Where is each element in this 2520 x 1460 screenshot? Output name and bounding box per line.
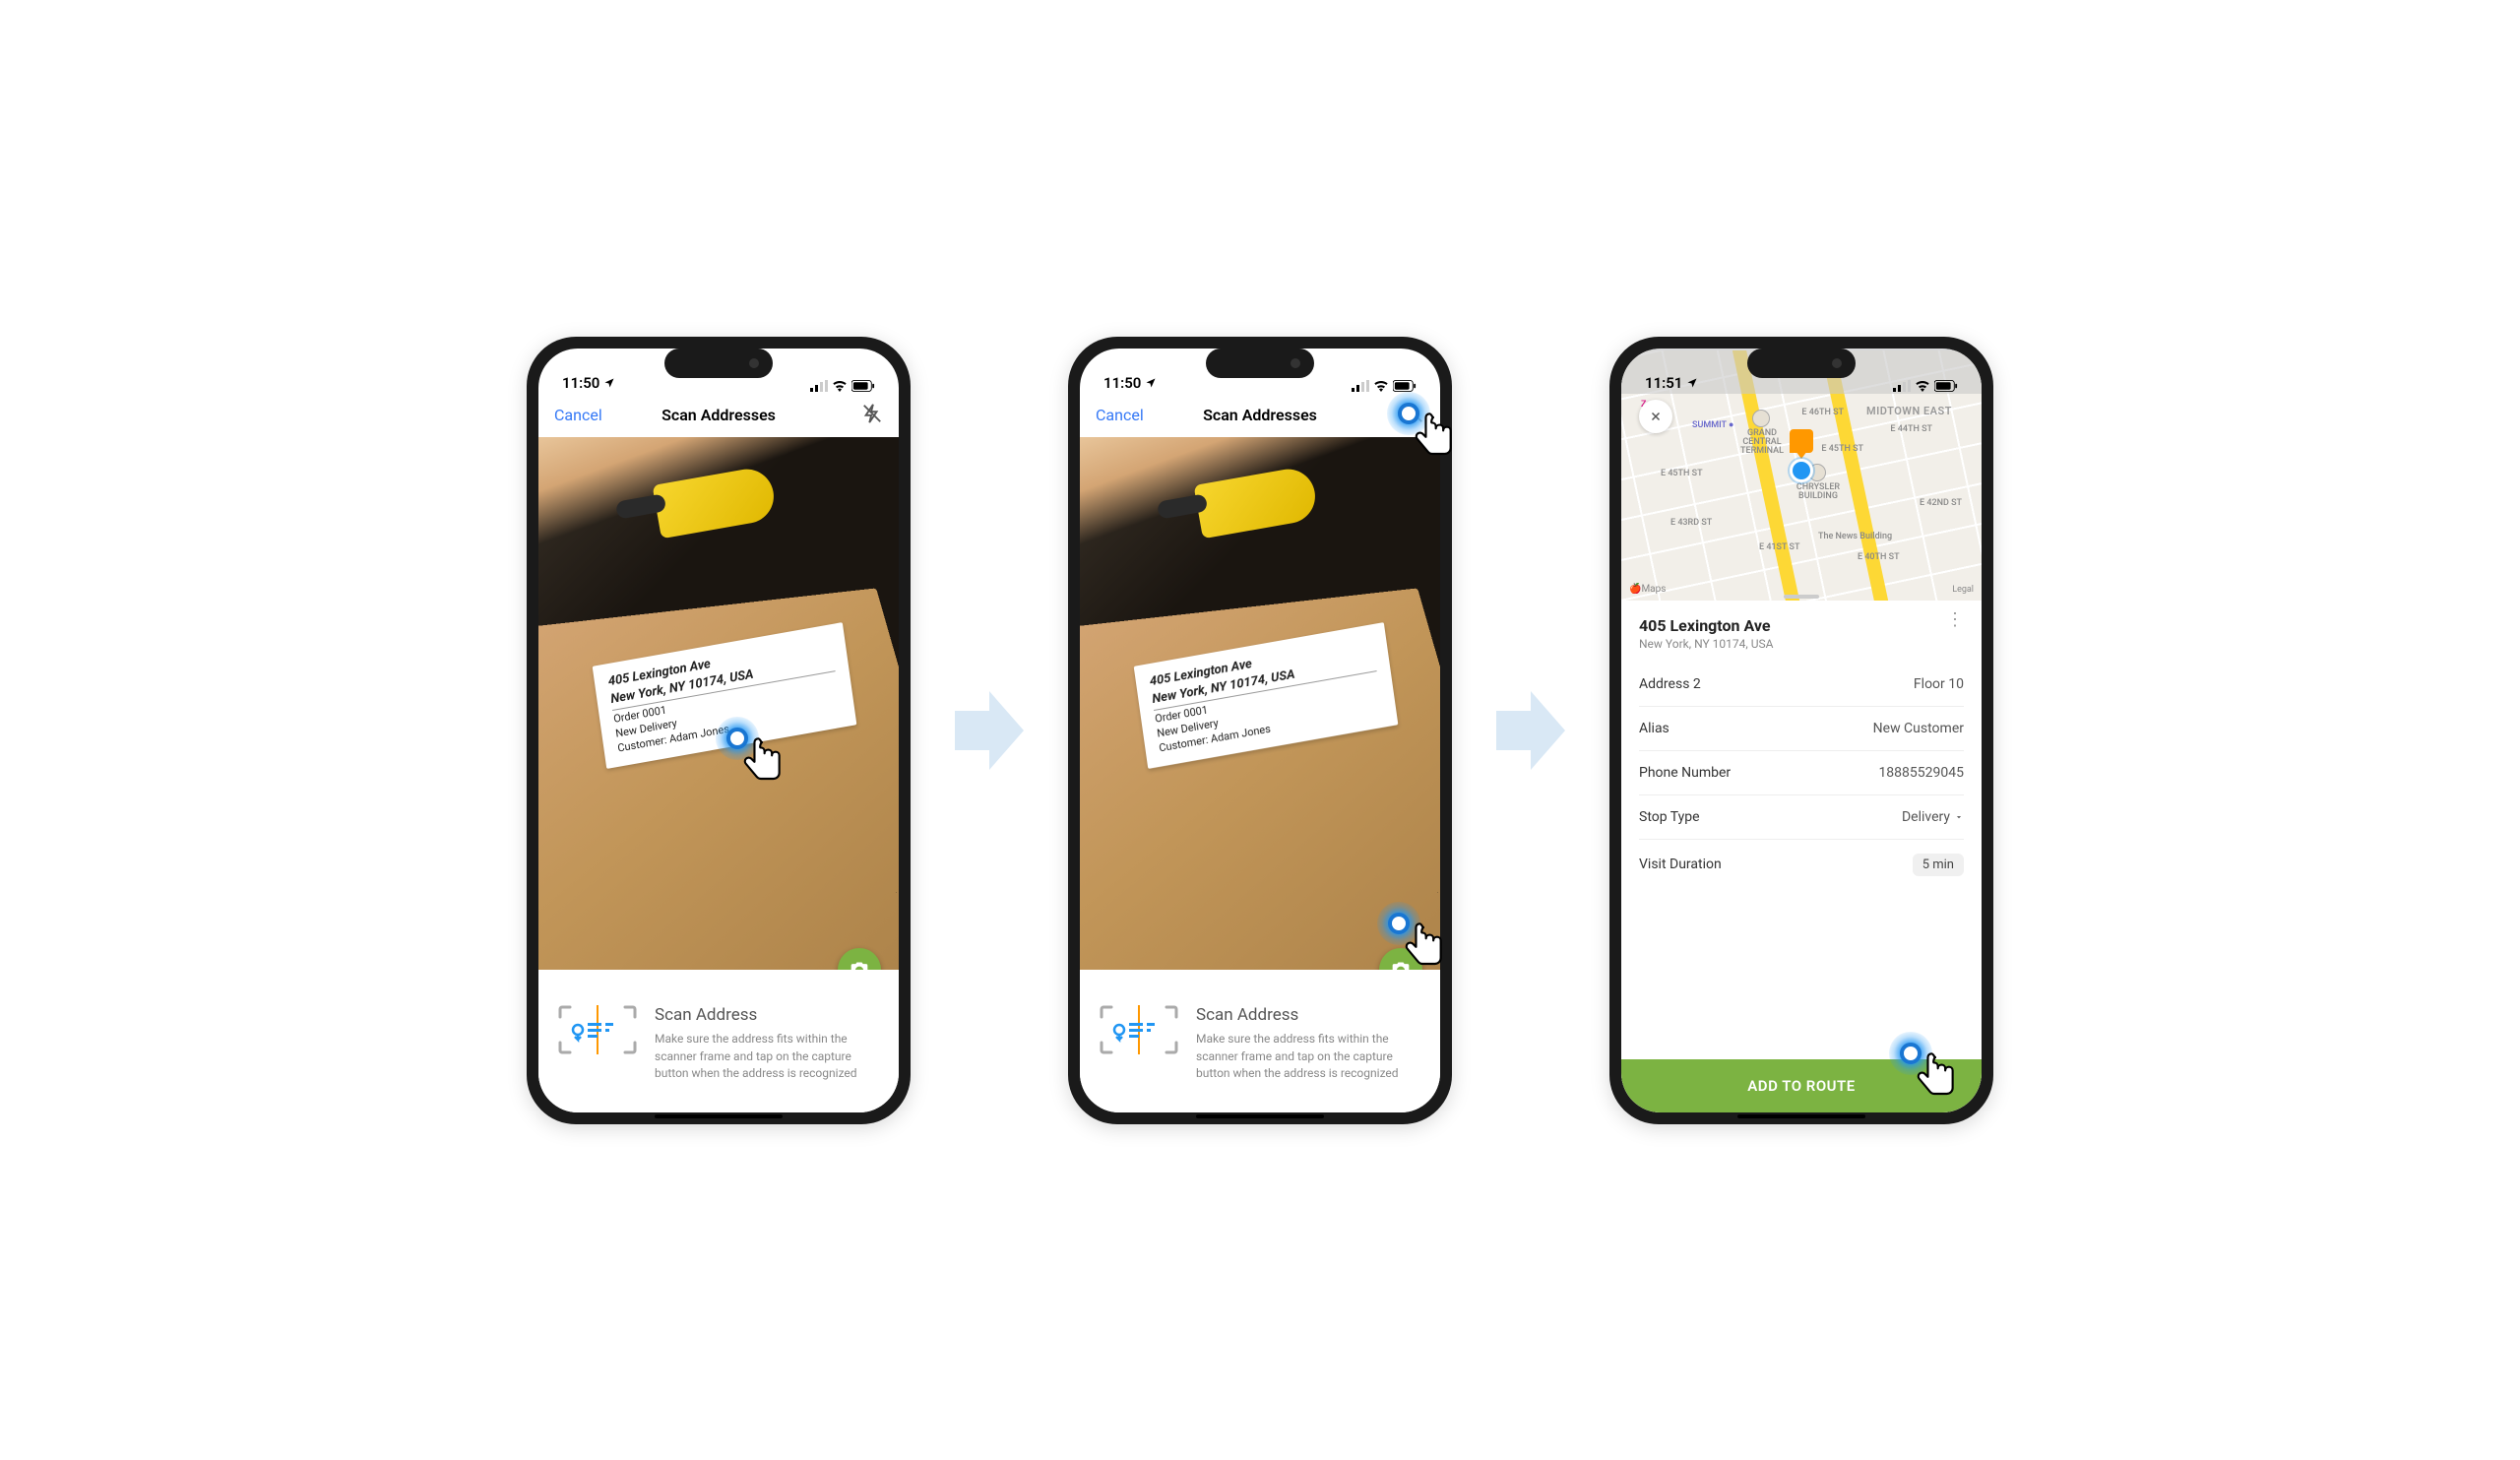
nav-bar: Cancel Scan Addresses (1080, 394, 1440, 437)
detail-row-duration[interactable]: Visit Duration 5 min (1639, 840, 1964, 890)
map-street-label: E 45TH ST (1661, 469, 1703, 478)
map-street-label: E 46TH ST (1801, 408, 1844, 417)
map-legal-link[interactable]: Legal (1952, 585, 1974, 595)
scan-instructions-panel: Scan Address Make sure the address fits … (1080, 970, 1440, 1111)
map-poi-label: The News Building (1818, 533, 1892, 541)
stop-type-dropdown[interactable]: Delivery (1902, 809, 1964, 825)
phone-frame-3: 11:51 MIDTOWN EAST E 44TH ST E 42ND ST E… (1609, 337, 1993, 1124)
detail-label: Visit Duration (1639, 857, 1722, 872)
notch (1747, 349, 1856, 378)
battery-icon (1393, 380, 1417, 392)
wifi-icon (1373, 380, 1389, 392)
battery-icon (1934, 380, 1958, 392)
result-title: 405 Lexington Ave (1639, 616, 1773, 635)
flash-toggle-button[interactable] (861, 403, 883, 424)
map-poi-icon (1752, 410, 1770, 427)
result-sheet: 405 Lexington Ave New York, NY 10174, US… (1621, 601, 1982, 1112)
battery-icon (851, 380, 875, 392)
camera-viewport[interactable]: 405 Lexington Ave New York, NY 10174, US… (538, 437, 899, 971)
map-area-label: MIDTOWN EAST (1866, 405, 1952, 417)
phone-frame-1: 11:50 Cancel Scan Addresses (527, 337, 911, 1124)
status-time: 11:51 (1645, 374, 1682, 392)
camera-icon (1391, 960, 1411, 970)
detail-label: Phone Number (1639, 765, 1731, 781)
detail-row-stop-type[interactable]: Stop Type Delivery (1639, 795, 1964, 840)
status-time: 11:50 (562, 374, 599, 392)
scan-frame-icon (558, 1005, 637, 1054)
map-street-label: E 41ST ST (1759, 542, 1799, 552)
detail-row-address2[interactable]: Address 2 Floor 10 (1639, 663, 1964, 707)
map-pin-icon (1790, 429, 1813, 453)
map-poi-label: CHRYSLER BUILDING (1794, 483, 1843, 501)
map-poi-label: GRAND CENTRAL TERMINAL (1737, 429, 1787, 456)
detail-value: Floor 10 (1914, 676, 1964, 692)
map-poi-label: SUMMIT ● (1692, 419, 1733, 430)
scan-instructions-panel: Scan Address Make sure the address fits … (538, 970, 899, 1111)
flow-arrow-icon (950, 691, 1029, 770)
map-street-label: E 40TH ST (1858, 552, 1900, 562)
map-street-label: E 42ND ST (1920, 498, 1962, 508)
notch (1206, 349, 1314, 378)
home-indicator[interactable] (655, 1114, 783, 1118)
wifi-icon (832, 380, 848, 392)
status-time: 11:50 (1103, 374, 1141, 392)
sheet-drag-handle[interactable] (1784, 595, 1819, 599)
scan-panel-body: Make sure the address fits within the sc… (655, 1031, 879, 1082)
signal-icon (1352, 380, 1369, 392)
detail-label: Stop Type (1639, 809, 1700, 825)
scan-panel-body: Make sure the address fits within the sc… (1196, 1031, 1420, 1082)
location-arrow-icon (1686, 377, 1698, 389)
map-user-location-icon (1790, 459, 1813, 482)
location-arrow-icon (603, 377, 615, 389)
camera-icon (850, 960, 869, 970)
home-indicator[interactable] (1196, 1114, 1324, 1118)
detail-row-alias[interactable]: Alias New Customer (1639, 707, 1964, 751)
map-street-label: E 45TH ST (1821, 444, 1863, 454)
wifi-icon (1915, 380, 1930, 392)
location-arrow-icon (1145, 377, 1157, 389)
result-subtitle: New York, NY 10174, USA (1639, 637, 1773, 651)
detail-label: Address 2 (1639, 676, 1701, 692)
signal-icon (810, 380, 828, 392)
notch (664, 349, 773, 378)
nav-title: Scan Addresses (1203, 406, 1317, 424)
add-to-route-button[interactable]: ADD TO ROUTE (1621, 1059, 1982, 1112)
scan-frame-icon (1100, 1005, 1178, 1054)
cancel-button[interactable]: Cancel (554, 406, 623, 424)
map-attribution: 🍎Maps (1629, 584, 1666, 595)
close-icon (1649, 410, 1663, 423)
flash-toggle-button[interactable] (1403, 403, 1424, 424)
detail-label: Alias (1639, 721, 1670, 736)
detail-row-phone[interactable]: Phone Number 18885529045 (1639, 751, 1964, 795)
scan-panel-title: Scan Address (1196, 1005, 1420, 1025)
detail-value: 18885529045 (1878, 765, 1964, 781)
cancel-button[interactable]: Cancel (1096, 406, 1165, 424)
map-close-button[interactable] (1639, 400, 1672, 433)
duration-pill[interactable]: 5 min (1913, 854, 1964, 876)
home-indicator[interactable] (1737, 1114, 1865, 1118)
flow-arrow-icon (1491, 691, 1570, 770)
map-street-label: E 43RD ST (1670, 518, 1712, 528)
more-options-button[interactable]: ⋮ (1946, 616, 1964, 623)
map-street-label: E 44TH ST (1890, 424, 1932, 434)
detail-value: New Customer (1873, 721, 1964, 736)
nav-bar: Cancel Scan Addresses (538, 394, 899, 437)
phone-frame-2: 11:50 Cancel Scan Addresses (1068, 337, 1452, 1124)
chevron-down-icon (1954, 812, 1964, 822)
nav-title: Scan Addresses (662, 406, 776, 424)
scan-panel-title: Scan Address (655, 1005, 879, 1025)
signal-icon (1893, 380, 1911, 392)
camera-viewport[interactable]: 405 Lexington Ave New York, NY 10174, US… (1080, 437, 1440, 971)
